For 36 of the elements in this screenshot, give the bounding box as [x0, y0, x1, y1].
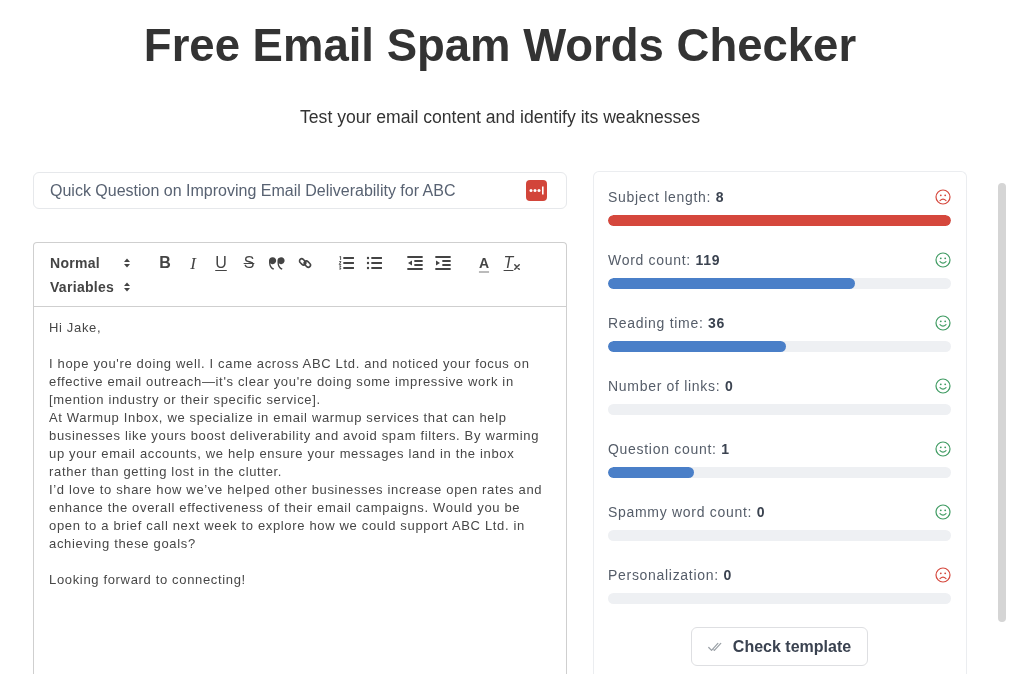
subject-field[interactable]: Quick Question on Improving Email Deliverability for ABC [33, 172, 567, 209]
double-check-icon [707, 641, 723, 652]
quote-icon [269, 256, 285, 270]
scrollbar-thumb[interactable] [998, 183, 1006, 622]
message-paragraph: At Warmup Inbox, we specialize in email warmup services that can help businesses like yours boost deliverability and avoid spam filters. By warming up your email accounts, we help ensure your messages land in the inbox rather than getting lost in the clutter. [49, 409, 541, 481]
variables-dropdown[interactable]: Variables [42, 275, 136, 299]
indent-icon [435, 256, 451, 270]
metric-label: Number of links: 0 [608, 378, 734, 394]
metric-label: Personalization: 0 [608, 567, 732, 583]
clear-format-button[interactable]: T [498, 251, 526, 275]
format-dropdown[interactable]: Normal [42, 251, 136, 275]
message-paragraph: I’d love to share how we’ve helped other businesses increase open rates and enhance the overall effectiveness of their email campaigns. Would you be open to a brief call next week to explore how we could support ABC Ltd. in achieving these goals? [49, 481, 544, 553]
cross-icon [514, 264, 521, 270]
message-paragraph: Hi Jake, [49, 319, 103, 337]
text-color-button[interactable]: A [470, 251, 498, 275]
metric-label: Word count: 119 [608, 252, 721, 268]
bold-button[interactable]: B [151, 251, 179, 275]
message-paragraph: I hope you're doing well. I came across ABC Ltd. and noticed your focus on effective email outreach—it's clear you're doing some impressive work in [mention industry or their specific service]. [49, 355, 531, 409]
underline-button[interactable]: U [207, 251, 235, 275]
check-template-button[interactable]: Check template [690, 627, 869, 666]
page-subtitle: Test your email content and identify its weaknesses [300, 106, 700, 128]
strikethrough-button[interactable]: S [235, 251, 263, 275]
numbered-list-icon [338, 256, 354, 270]
link-icon [297, 256, 313, 270]
message-paragraph: Looking forward to connecting! [49, 571, 247, 589]
metric-label: Spammy word count: 0 [608, 504, 766, 520]
updown-caret-icon [123, 281, 131, 293]
dots-icon[interactable] [526, 180, 547, 201]
outdent-icon [407, 256, 423, 270]
metric-label: Subject length: 8 [608, 189, 725, 205]
metric-label: Reading time: 36 [608, 315, 726, 331]
updown-caret-icon [123, 257, 131, 269]
bullet-list-icon [366, 256, 382, 270]
italic-button[interactable]: I [179, 251, 207, 275]
page-title: Free Email Spam Words Checker [143, 19, 857, 73]
metric-label: Question count: 1 [608, 441, 730, 457]
